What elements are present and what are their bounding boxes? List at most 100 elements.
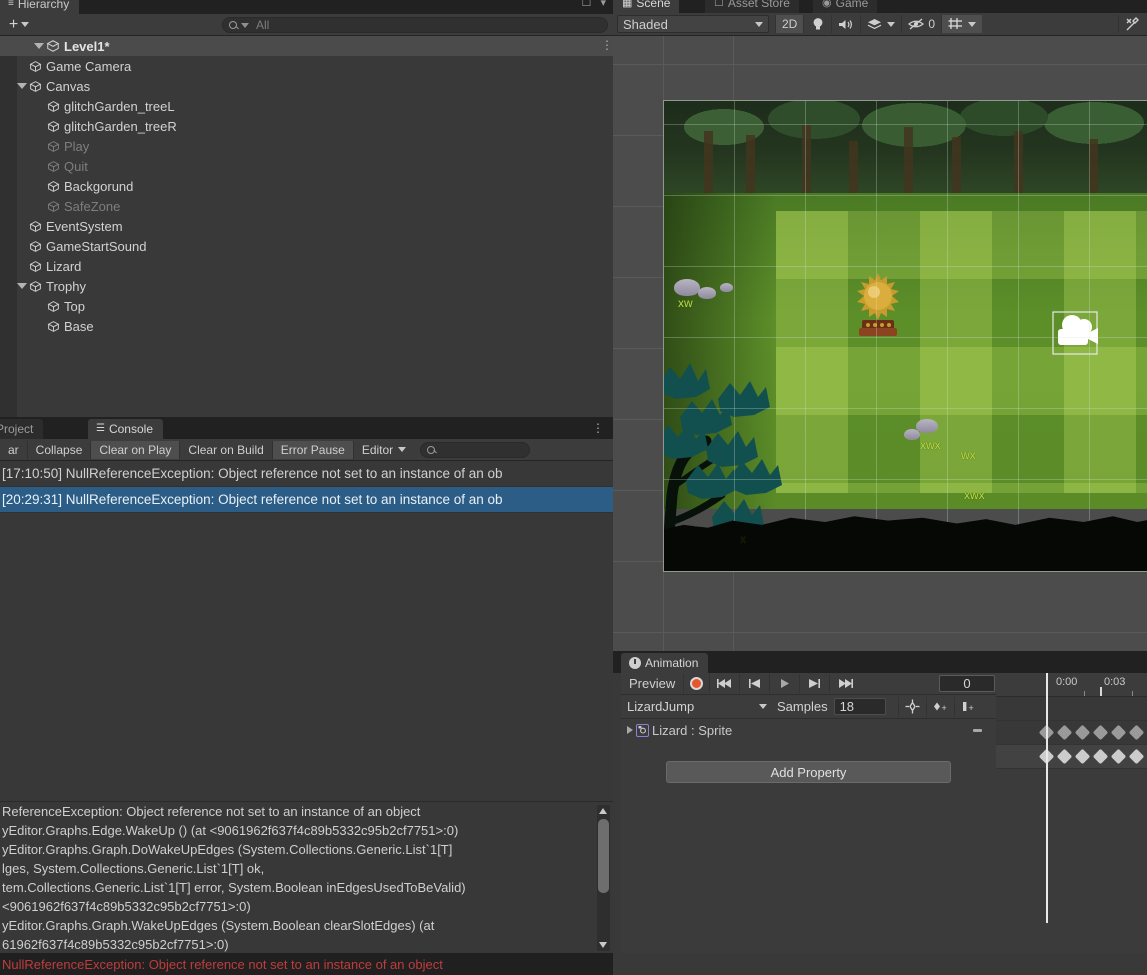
hierarchy-item-label: Play xyxy=(64,138,90,154)
scrollbar-thumb[interactable] xyxy=(598,819,609,893)
tab-project[interactable]: Project xyxy=(0,419,44,439)
property-row-lizard-sprite[interactable]: Lizard : Sprite xyxy=(621,719,996,741)
hierarchy-options-icon[interactable]: ⋮ xyxy=(601,39,613,52)
record-button[interactable] xyxy=(683,674,709,693)
gameobject-icon xyxy=(29,240,42,252)
first-frame-button[interactable] xyxy=(709,674,739,693)
error-pause-button[interactable]: Error Pause xyxy=(271,440,353,459)
gizmos-toggle[interactable] xyxy=(941,15,983,33)
previous-keyframe-button[interactable] xyxy=(739,674,769,693)
property-row-label: Lizard : Sprite xyxy=(652,722,733,738)
chevron-expanded-icon[interactable] xyxy=(17,283,27,289)
grass-tuft: x xyxy=(740,532,746,546)
tab-game-label: Game xyxy=(835,0,869,10)
keyframe-marker[interactable] xyxy=(1056,748,1073,765)
hierarchy-item[interactable]: Trophy xyxy=(0,276,613,296)
scene-tools-button[interactable] xyxy=(1118,15,1147,33)
keyframe-marker[interactable] xyxy=(1128,724,1145,741)
clip-dropdown[interactable]: LizardJump xyxy=(621,697,773,717)
hierarchy-tree[interactable]: Level1* ⋮ Game Camera Canvas glitchGarden_… xyxy=(0,36,613,417)
next-keyframe-button[interactable] xyxy=(799,674,829,693)
chevron-right-icon[interactable] xyxy=(627,726,633,734)
keyframe-marker[interactable] xyxy=(1110,724,1127,741)
timeline-band-sprite[interactable] xyxy=(996,745,1147,769)
audio-toggle[interactable] xyxy=(831,15,861,33)
draw-mode-dropdown[interactable]: Shaded xyxy=(617,15,769,33)
console-message-list[interactable]: [17:10:50] NullReferenceException: Objec… xyxy=(0,461,613,801)
add-gameobject-button[interactable]: + xyxy=(2,16,36,34)
hierarchy-item[interactable]: Quit xyxy=(0,156,613,176)
effects-toggle[interactable] xyxy=(860,15,902,33)
hierarchy-item[interactable]: Play xyxy=(0,136,613,156)
tab-hierarchy[interactable]: ≡ Hierarchy xyxy=(0,0,80,14)
console-message[interactable]: [17:10:50] NullReferenceException: Objec… xyxy=(0,461,613,487)
clear-on-build-button[interactable]: Clear on Build xyxy=(179,440,271,459)
keyframe-marker[interactable] xyxy=(1092,724,1109,741)
tab-asset-store[interactable]: ☐ Asset Store xyxy=(705,0,799,13)
preview-label[interactable]: Preview xyxy=(621,676,683,691)
tab-game[interactable]: ◉ Game xyxy=(813,0,878,13)
scene-view-canvas[interactable]: xw xwx wx xwx wx xwx wx xyxy=(613,36,1147,651)
lighting-toggle[interactable] xyxy=(803,15,832,33)
keyframe-marker[interactable] xyxy=(1110,748,1127,765)
keyframe-marker[interactable] xyxy=(1056,724,1073,741)
current-frame-field[interactable]: 0 xyxy=(939,675,995,692)
hierarchy-item[interactable]: glitchGarden_treeR xyxy=(0,116,613,136)
tab-scene[interactable]: ▦ Scene xyxy=(613,0,680,13)
keyframe-marker[interactable] xyxy=(1092,748,1109,765)
collapse-button[interactable]: Collapse xyxy=(26,440,91,459)
add-property-button[interactable]: Add Property xyxy=(666,761,951,783)
tab-console[interactable]: ☰ Console xyxy=(88,419,163,439)
editor-dropdown[interactable]: Editor xyxy=(352,440,414,459)
hierarchy-search-input[interactable]: All xyxy=(222,17,608,33)
last-frame-button[interactable] xyxy=(829,674,859,693)
animation-timeline[interactable]: 0:00 0:03 xyxy=(996,673,1147,953)
hierarchy-item[interactable]: GameStartSound xyxy=(0,236,613,256)
console-icon: ☰ xyxy=(96,423,105,434)
hierarchy-scene-row[interactable]: Level1* ⋮ xyxy=(0,36,613,56)
console-message[interactable]: [20:29:31] NullReferenceException: Objec… xyxy=(0,487,613,513)
detail-scrollbar[interactable] xyxy=(597,805,610,951)
gizmos-grid-icon xyxy=(948,18,963,29)
clear-button[interactable]: ar xyxy=(0,441,27,459)
hierarchy-item[interactable]: glitchGarden_treeL xyxy=(0,96,613,116)
timeline-ruler[interactable]: 0:00 0:03 xyxy=(996,673,1147,697)
hierarchy-item[interactable]: Base xyxy=(0,316,613,336)
add-event-button[interactable]: + xyxy=(925,696,954,717)
hierarchy-item[interactable]: Game Camera xyxy=(0,56,613,76)
hidden-objects-toggle[interactable]: 0 xyxy=(901,15,942,33)
console-detail-pane[interactable]: ReferenceException: Object reference not… xyxy=(0,801,613,953)
tab-hierarchy-label: Hierarchy xyxy=(17,0,70,11)
console-search-input[interactable] xyxy=(420,441,531,458)
hierarchy-item[interactable]: Top xyxy=(0,296,613,316)
samples-field[interactable]: 18 xyxy=(833,698,886,715)
hierarchy-item[interactable]: EventSystem xyxy=(0,216,613,236)
chevron-expanded-icon[interactable] xyxy=(17,83,27,89)
keyframe-marker[interactable] xyxy=(1074,724,1091,741)
play-button[interactable] xyxy=(769,674,799,693)
timeline-playhead[interactable] xyxy=(1046,673,1048,923)
keyframe-marker[interactable] xyxy=(1128,748,1145,765)
timeline-band-summary[interactable] xyxy=(996,721,1147,745)
gameobject-icon xyxy=(47,200,60,212)
add-keyframe-button[interactable] xyxy=(897,696,926,717)
unity-editor-window: ≡ Hierarchy ☐ ▾ + All Level1* ⋮ Game Cam… xyxy=(0,0,1147,975)
hierarchy-item[interactable]: Lizard xyxy=(0,256,613,276)
clear-on-play-label: Clear on Play xyxy=(99,442,172,457)
chevron-expanded-icon[interactable] xyxy=(34,43,44,49)
hierarchy-item[interactable]: SafeZone xyxy=(0,196,613,216)
hierarchy-item[interactable]: Canvas xyxy=(0,76,613,96)
keyframe-marker[interactable] xyxy=(1074,748,1091,765)
status-bar[interactable]: NullReferenceException: Object reference… xyxy=(0,953,613,975)
tab-animation[interactable]: Animation xyxy=(621,653,709,673)
console-options-icon[interactable]: ⋮ xyxy=(592,421,604,435)
clear-on-play-button[interactable]: Clear on Play xyxy=(90,440,180,459)
window-buttons[interactable]: ☐ ▾ xyxy=(582,0,609,9)
toggle-2d[interactable]: 2D xyxy=(775,15,804,33)
property-remove-icon[interactable] xyxy=(973,728,982,732)
add-animation-event-button[interactable]: + xyxy=(953,696,982,717)
animation-property-list[interactable]: Lizard : Sprite Add Property xyxy=(621,719,996,953)
hierarchy-item[interactable]: Backgorund xyxy=(0,176,613,196)
scroll-up-icon[interactable] xyxy=(599,808,607,814)
scroll-down-icon[interactable] xyxy=(599,942,607,948)
